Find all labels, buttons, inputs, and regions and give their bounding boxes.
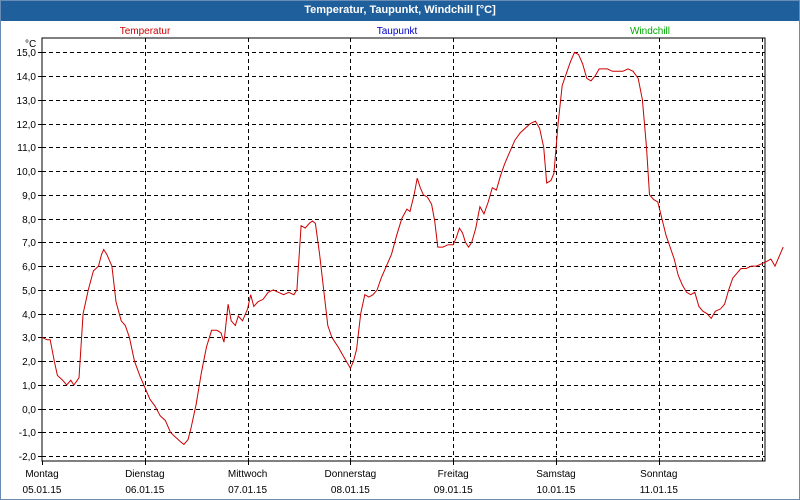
x-tick-label-date: 06.01.15 (125, 485, 164, 496)
x-axis-ticks: Montag 05.01.15 Dienstag 06.01.15 Mittwoch 07… (23, 461, 679, 496)
y-tick-label: 6,0 (22, 262, 36, 273)
x-tick-label-date: 05.01.15 (23, 485, 62, 496)
grid-lines (42, 38, 765, 461)
legend-entry: Taupunkt (377, 26, 418, 37)
x-tick-label-date: 10.01.15 (537, 485, 576, 496)
y-tick-label: 5,0 (22, 286, 36, 297)
y-tick-label: 3,0 (22, 333, 36, 344)
y-tick-label: 10,0 (17, 167, 37, 178)
x-tick-label-date: 07.01.15 (228, 485, 267, 496)
y-tick-label: 14,0 (17, 72, 37, 83)
y-tick-label: 9,0 (22, 191, 36, 202)
x-tick-label-day: Freitag (438, 469, 469, 480)
y-tick-label: 12,0 (17, 120, 37, 131)
y-tick-label: -2,0 (19, 452, 37, 463)
x-tick-label-day: Montag (25, 469, 58, 480)
x-tick-label-date: 08.01.15 (331, 485, 370, 496)
legend-entry: Temperatur (120, 26, 171, 37)
y-tick-label: 0,0 (22, 405, 36, 416)
y-tick-label: 8,0 (22, 215, 36, 226)
x-tick-label-day: Mittwoch (228, 469, 267, 480)
x-tick-label-date: 09.01.15 (434, 485, 473, 496)
y-tick-label: 1,0 (22, 381, 36, 392)
x-tick-label-day: Samstag (536, 469, 575, 480)
y-axis-ticks: -2,0 -1,0 0,0 1,0 2,0 3,0 4,0 5,0 6,0 7,0 8,0 9,0 10… (17, 48, 42, 463)
x-tick-label-day: Dienstag (125, 469, 164, 480)
y-tick-label: 7,0 (22, 238, 36, 249)
x-tick-label-day: Sonntag (640, 469, 677, 480)
y-tick-label: 11,0 (17, 143, 36, 154)
plot-area (41, 37, 766, 462)
y-tick-label: 13,0 (17, 96, 37, 107)
x-tick-label-date: 11.01.15 (640, 485, 679, 496)
y-axis-unit: °C (25, 39, 36, 50)
x-tick-label-day: Donnerstag (325, 469, 377, 480)
chart-canvas: -2,0 -1,0 0,0 1,0 2,0 3,0 4,0 5,0 6,0 7,0 8,0 9,0 10… (17, 26, 784, 496)
y-tick-label: 4,0 (22, 310, 36, 321)
y-tick-label: -1,0 (19, 428, 37, 439)
legend: Temperatur Taupunkt Windchill (120, 26, 670, 37)
y-tick-label: 2,0 (22, 357, 36, 368)
legend-entry: Windchill (630, 26, 670, 37)
